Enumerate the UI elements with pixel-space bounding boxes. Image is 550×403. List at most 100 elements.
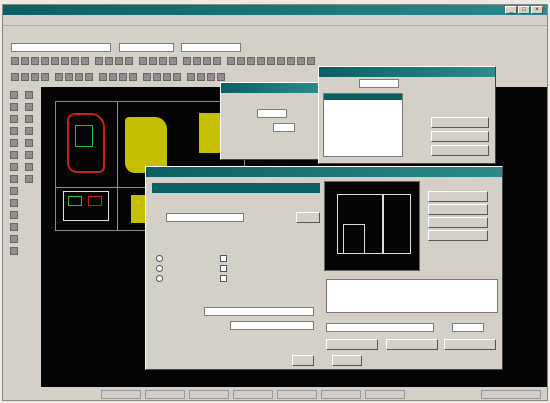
tool-icon[interactable] (81, 57, 89, 65)
block-tab[interactable] (152, 184, 155, 190)
tool-icon[interactable] (99, 73, 107, 81)
tool-icon[interactable] (31, 57, 39, 65)
tool-icon[interactable] (267, 57, 275, 65)
tool-icon[interactable] (173, 73, 181, 81)
tool-icon[interactable] (95, 57, 103, 65)
tool-icon[interactable] (61, 57, 69, 65)
tool-icon[interactable] (277, 57, 285, 65)
tool-icon[interactable] (187, 73, 195, 81)
tool-icon[interactable] (11, 73, 19, 81)
ok-button[interactable] (292, 355, 314, 366)
tool-icon[interactable] (71, 57, 79, 65)
status-cell[interactable] (145, 390, 185, 399)
radio-option[interactable] (156, 275, 165, 282)
modify-tool-icon[interactable] (25, 115, 33, 123)
tool-icon[interactable] (257, 57, 265, 65)
tool-icon[interactable] (75, 73, 83, 81)
modify-tool-icon[interactable] (25, 127, 33, 135)
tool-icon[interactable] (153, 73, 161, 81)
check-option[interactable] (220, 255, 229, 262)
tool-icon[interactable] (11, 57, 19, 65)
linetype-combo[interactable] (181, 43, 241, 52)
draw-tool-icon[interactable] (10, 139, 18, 147)
draw-tool-icon[interactable] (10, 115, 18, 123)
layer-list[interactable] (323, 93, 403, 157)
draw-tool-icon[interactable] (10, 199, 18, 207)
count-field[interactable] (452, 323, 484, 332)
tool-icon[interactable] (169, 57, 177, 65)
tool-icon[interactable] (217, 73, 225, 81)
draw-tool-icon[interactable] (10, 163, 18, 171)
scale-field[interactable] (230, 321, 314, 330)
status-cell[interactable] (277, 390, 317, 399)
layer-action-button[interactable] (431, 131, 489, 142)
tool-icon[interactable] (297, 57, 305, 65)
modify-tool-icon[interactable] (25, 175, 33, 183)
bottom-action-button[interactable] (386, 339, 438, 350)
browse-button[interactable] (296, 212, 320, 223)
tool-icon[interactable] (159, 57, 167, 65)
tool-icon[interactable] (21, 73, 29, 81)
insert-value-field[interactable] (257, 109, 287, 118)
modify-tool-icon[interactable] (25, 139, 33, 147)
tool-icon[interactable] (227, 57, 235, 65)
draw-tool-icon[interactable] (10, 103, 18, 111)
draw-tool-icon[interactable] (10, 91, 18, 99)
status-cell[interactable] (365, 390, 405, 399)
radio-option[interactable] (156, 255, 165, 262)
insert-value-field[interactable] (273, 123, 295, 132)
tool-icon[interactable] (115, 57, 123, 65)
tool-icon[interactable] (307, 57, 315, 65)
check-option[interactable] (220, 275, 229, 282)
modify-tool-icon[interactable] (25, 103, 33, 111)
draw-tool-icon[interactable] (10, 247, 18, 255)
tool-icon[interactable] (149, 57, 157, 65)
side-action-button[interactable] (428, 217, 488, 228)
tool-icon[interactable] (31, 73, 39, 81)
tool-icon[interactable] (109, 73, 117, 81)
tool-icon[interactable] (139, 57, 147, 65)
check-option[interactable] (220, 265, 229, 272)
side-action-button[interactable] (428, 191, 488, 202)
layer-name-field[interactable] (359, 79, 399, 88)
tool-icon[interactable] (287, 57, 295, 65)
draw-tool-icon[interactable] (10, 175, 18, 183)
status-cell[interactable] (233, 390, 273, 399)
path-field[interactable] (326, 323, 434, 332)
status-cell[interactable] (101, 390, 141, 399)
tool-icon[interactable] (55, 73, 63, 81)
tool-icon[interactable] (207, 73, 215, 81)
tool-icon[interactable] (163, 73, 171, 81)
tool-icon[interactable] (41, 57, 49, 65)
tool-icon[interactable] (247, 57, 255, 65)
cancel-button[interactable] (332, 355, 362, 366)
layer-action-button[interactable] (431, 145, 489, 156)
radio-option[interactable] (156, 265, 165, 272)
tool-icon[interactable] (41, 73, 49, 81)
draw-tool-icon[interactable] (10, 151, 18, 159)
block-name-field[interactable] (166, 213, 244, 222)
modify-tool-icon[interactable] (25, 91, 33, 99)
modify-tool-icon[interactable] (25, 151, 33, 159)
tool-icon[interactable] (51, 57, 59, 65)
tool-icon[interactable] (193, 57, 201, 65)
bottom-action-button[interactable] (326, 339, 378, 350)
layer-list-item-selected[interactable] (324, 94, 402, 100)
close-button[interactable]: × (531, 6, 543, 14)
side-action-button[interactable] (428, 204, 488, 215)
color-combo[interactable] (119, 43, 174, 52)
modify-tool-icon[interactable] (25, 163, 33, 171)
tool-icon[interactable] (105, 57, 113, 65)
minimize-button[interactable]: _ (505, 6, 517, 14)
tool-icon[interactable] (125, 57, 133, 65)
status-cell[interactable] (481, 390, 541, 399)
bottom-action-button[interactable] (444, 339, 496, 350)
tool-icon[interactable] (237, 57, 245, 65)
draw-tool-icon[interactable] (10, 235, 18, 243)
tool-icon[interactable] (129, 73, 137, 81)
maximize-button[interactable]: □ (518, 6, 530, 14)
tool-icon[interactable] (143, 73, 151, 81)
tool-icon[interactable] (119, 73, 127, 81)
tool-icon[interactable] (203, 57, 211, 65)
draw-tool-icon[interactable] (10, 127, 18, 135)
